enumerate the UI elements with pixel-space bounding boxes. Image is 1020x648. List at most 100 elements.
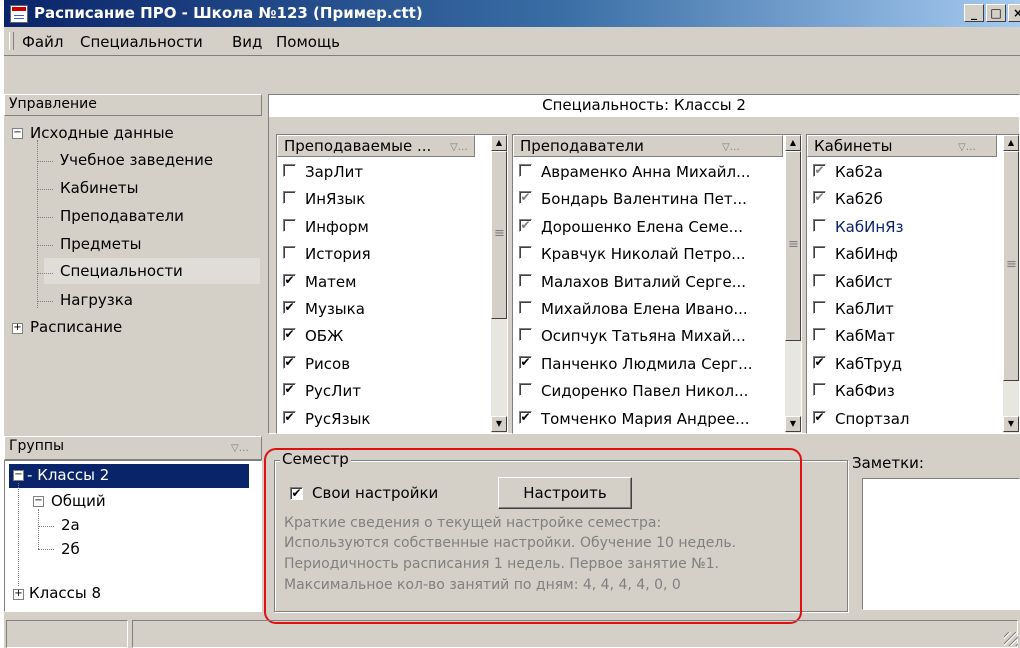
teacher-checkbox[interactable]: [519, 328, 532, 342]
room-checkbox[interactable]: ✔: [813, 355, 826, 369]
teacher-checkbox[interactable]: ✔: [519, 218, 532, 232]
tree-item-institution[interactable]: Учебное заведение: [60, 151, 213, 169]
resize-grip-icon[interactable]: [1004, 632, 1018, 646]
expand-icon[interactable]: +: [12, 323, 23, 334]
scroll-down-icon[interactable]: ▼: [491, 416, 507, 432]
tree-item-specialties[interactable]: Специальности: [60, 262, 183, 280]
teachers-scrollbar[interactable]: ▲ ▼: [785, 135, 801, 433]
group-classes-8[interactable]: Классы 8: [29, 584, 101, 602]
filter-dropdown-icon[interactable]: ▽…: [450, 138, 468, 156]
maximize-button[interactable]: □: [986, 4, 1006, 22]
room-item[interactable]: КабФиз: [807, 378, 999, 404]
subject-checkbox[interactable]: [283, 191, 296, 205]
close-button[interactable]: ×: [1008, 4, 1020, 22]
tree-item-schedule[interactable]: Расписание: [30, 318, 122, 336]
teachers-list[interactable]: Преподаватели ▽… Авраменко Анна Михайл..…: [512, 134, 802, 434]
teacher-item[interactable]: Сидоренко Павел Никол...: [513, 378, 781, 404]
tree-item-source-data[interactable]: Исходные данные: [30, 124, 174, 142]
subject-checkbox[interactable]: [283, 164, 296, 177]
subject-checkbox[interactable]: ✔: [283, 410, 296, 424]
room-checkbox[interactable]: [813, 301, 826, 314]
teacher-item[interactable]: Авраменко Анна Михайл...: [513, 159, 781, 185]
expand-icon[interactable]: +: [13, 589, 24, 600]
subject-checkbox[interactable]: ✔: [283, 328, 296, 342]
menu-help[interactable]: Помощь: [276, 33, 340, 51]
subject-checkbox[interactable]: [283, 218, 296, 232]
room-item[interactable]: ✔ Каб2а: [807, 159, 999, 185]
rooms-list[interactable]: Кабинеты ▽… ✔ Каб2а ✔ Каб2б КабИнЯз КабИнф Каб…: [806, 134, 1020, 434]
filter-dropdown-icon[interactable]: ▽…: [958, 138, 976, 156]
filter-dropdown-icon[interactable]: ▽…: [231, 439, 249, 458]
scroll-thumb[interactable]: [1003, 151, 1019, 381]
subject-checkbox[interactable]: ✔: [283, 273, 296, 287]
menu-view[interactable]: Вид: [232, 33, 262, 51]
scroll-up-icon[interactable]: ▲: [491, 135, 507, 151]
teacher-checkbox[interactable]: ✔: [519, 191, 532, 205]
room-item[interactable]: ✔ Каб2б: [807, 186, 999, 212]
subjects-list[interactable]: Преподаваемые ... ▽… ЗарЛит ИнЯзык Информ И…: [276, 134, 508, 434]
subject-checkbox[interactable]: [283, 246, 296, 260]
minimize-button[interactable]: _: [964, 4, 984, 22]
scroll-thumb[interactable]: [491, 151, 507, 319]
scroll-up-icon[interactable]: ▲: [785, 135, 801, 151]
teacher-item[interactable]: Осипчук Татьяна Михай...: [513, 323, 781, 349]
collapse-icon[interactable]: −: [12, 128, 23, 139]
teacher-checkbox[interactable]: [519, 301, 532, 314]
group-2b[interactable]: 2б: [61, 540, 80, 558]
teacher-item[interactable]: ✔ Томченко Мария Андрее...: [513, 406, 781, 432]
room-item[interactable]: КабИнф: [807, 241, 999, 267]
teacher-checkbox[interactable]: [519, 164, 532, 177]
room-item[interactable]: КабИнЯз: [807, 214, 999, 240]
teacher-checkbox[interactable]: ✔: [519, 410, 532, 424]
room-item[interactable]: КабЛит: [807, 296, 999, 322]
subjects-scrollbar[interactable]: ▲ ▼: [491, 135, 507, 433]
subject-checkbox[interactable]: ✔: [283, 301, 296, 314]
room-checkbox[interactable]: [813, 246, 826, 260]
rooms-scrollbar[interactable]: ▲ ▼: [1003, 135, 1019, 433]
teacher-item[interactable]: ✔ Бондарь Валентина Пет...: [513, 186, 781, 212]
collapse-icon[interactable]: −: [33, 496, 44, 507]
room-checkbox[interactable]: [813, 273, 826, 287]
teacher-checkbox[interactable]: ✔: [519, 355, 532, 369]
tree-item-subjects[interactable]: Предметы: [60, 235, 142, 253]
subject-checkbox[interactable]: ✔: [283, 355, 296, 369]
room-checkbox[interactable]: ✔: [813, 164, 826, 177]
subject-item[interactable]: ✔ Музыка: [277, 296, 487, 322]
room-item[interactable]: ✔ Спортзал: [807, 406, 999, 432]
menu-file[interactable]: Файл: [22, 33, 63, 51]
teacher-item[interactable]: Михайлова Елена Ивано...: [513, 296, 781, 322]
subject-item[interactable]: ✔ Матем: [277, 269, 487, 295]
filter-dropdown-icon[interactable]: ▽…: [722, 138, 740, 156]
group-general[interactable]: Общий: [51, 492, 106, 510]
scroll-thumb[interactable]: [785, 151, 801, 341]
teacher-item[interactable]: ✔ Дорошенко Елена Семе...: [513, 214, 781, 240]
tree-item-rooms[interactable]: Кабинеты: [60, 179, 138, 197]
room-checkbox[interactable]: ✔: [813, 191, 826, 205]
notes-field[interactable]: [862, 478, 1020, 610]
subject-item[interactable]: История: [277, 241, 487, 267]
subject-item[interactable]: ✔ РусЛит: [277, 378, 487, 404]
teacher-item[interactable]: ✔ Панченко Людмила Серг...: [513, 351, 781, 377]
room-checkbox[interactable]: [813, 218, 826, 232]
scroll-up-icon[interactable]: ▲: [1003, 135, 1019, 151]
room-item[interactable]: КабМат: [807, 323, 999, 349]
subject-item[interactable]: ✔ ОБЖ: [277, 323, 487, 349]
teacher-item[interactable]: Малахов Виталий Серге...: [513, 269, 781, 295]
tree-item-teachers[interactable]: Преподаватели: [60, 207, 184, 225]
scroll-down-icon[interactable]: ▼: [785, 416, 801, 432]
subject-item[interactable]: Информ: [277, 214, 487, 240]
subject-item[interactable]: ✔ Рисов: [277, 351, 487, 377]
teacher-checkbox[interactable]: [519, 273, 532, 287]
room-checkbox[interactable]: [813, 383, 826, 397]
subject-item[interactable]: ИнЯзык: [277, 186, 487, 212]
menu-specialties[interactable]: Специальности: [80, 33, 203, 51]
group-classes-2[interactable]: - Классы 2: [27, 466, 109, 484]
scroll-down-icon[interactable]: ▼: [1003, 416, 1019, 432]
collapse-icon[interactable]: −: [13, 470, 24, 481]
room-item[interactable]: ✔ КабТруд: [807, 351, 999, 377]
group-2a[interactable]: 2а: [61, 516, 80, 534]
teacher-checkbox[interactable]: [519, 383, 532, 397]
title-bar[interactable]: Расписание ПРО - Школа №123 (Пример.ctt)…: [4, 0, 1020, 27]
subject-checkbox[interactable]: ✔: [283, 383, 296, 397]
teacher-checkbox[interactable]: [519, 246, 532, 260]
